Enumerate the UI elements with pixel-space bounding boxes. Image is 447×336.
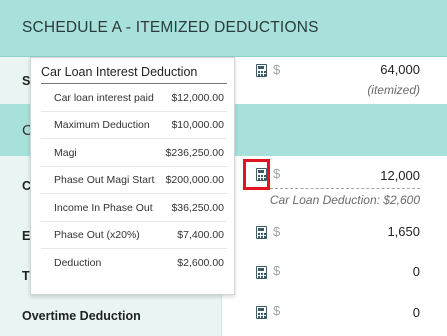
popup-row-value: $7,400.00 xyxy=(177,229,224,241)
overtime-deduction-value[interactable]: 0 xyxy=(413,305,420,320)
calculator-icon[interactable] xyxy=(256,226,267,239)
currency-symbol: $ xyxy=(273,224,281,239)
popup-row: Magi $236,250.00 xyxy=(41,139,227,167)
popup-row-value: $12,000.00 xyxy=(171,92,224,104)
popup-row-label: Phase Out Magi Start xyxy=(54,174,155,186)
popup-title: Car Loan Interest Deduction xyxy=(41,65,198,79)
schedule-title: SCHEDULE A - ITEMIZED DEDUCTIONS xyxy=(22,19,319,36)
row2-value[interactable]: 12,000 xyxy=(380,168,420,183)
input-underline xyxy=(270,188,420,189)
row4-label: T xyxy=(22,269,30,283)
calculator-icon[interactable] xyxy=(256,64,267,77)
popup-row-label: Income In Phase Out xyxy=(54,202,153,214)
currency-symbol: $ xyxy=(273,303,281,318)
popup-row-label: Car loan interest paid xyxy=(54,92,154,104)
popup-row-label: Deduction xyxy=(54,257,102,269)
popup-row-value: $10,000.00 xyxy=(171,119,224,131)
calculator-highlight xyxy=(243,159,270,190)
popup-row-value: $236,250.00 xyxy=(165,147,224,159)
currency-symbol: $ xyxy=(273,263,281,278)
popup-row-label: Magi xyxy=(54,147,77,159)
row4-value[interactable]: 0 xyxy=(413,264,420,279)
currency-symbol: $ xyxy=(273,62,281,77)
popup-row-label: Phase Out (x20%) xyxy=(54,229,140,241)
popup-row-value: $36,250.00 xyxy=(171,202,224,214)
section-band-right xyxy=(222,104,447,156)
currency-symbol: $ xyxy=(273,166,281,181)
schedule-header: SCHEDULE A - ITEMIZED DEDUCTIONS xyxy=(0,0,447,57)
popup-row: Deduction $2,600.00 xyxy=(41,249,227,276)
popup-row-value: $2,600.00 xyxy=(177,257,224,269)
row1-value[interactable]: 64,000 xyxy=(380,62,420,77)
overtime-deduction-label: Overtime Deduction xyxy=(22,309,141,323)
popup-row: Phase Out (x20%) $7,400.00 xyxy=(41,221,227,249)
calculator-icon[interactable] xyxy=(256,306,267,319)
car-loan-deduction-note: Car Loan Deduction: $2,600 xyxy=(269,193,420,207)
row3-value[interactable]: 1,650 xyxy=(387,224,420,239)
popup-row-value: $200,000.00 xyxy=(165,174,224,186)
popup-row: Maximum Deduction $10,000.00 xyxy=(41,111,227,139)
car-loan-popup: Car Loan Interest Deduction Car loan int… xyxy=(30,57,235,295)
popup-row: Income In Phase Out $36,250.00 xyxy=(41,194,227,222)
popup-row: Car loan interest paid $12,000.00 xyxy=(41,84,227,112)
calculator-icon[interactable] xyxy=(256,266,267,279)
popup-row: Phase Out Magi Start $200,000.00 xyxy=(41,166,227,194)
row1-note: (itemized) xyxy=(367,83,420,97)
popup-row-label: Maximum Deduction xyxy=(54,119,150,131)
